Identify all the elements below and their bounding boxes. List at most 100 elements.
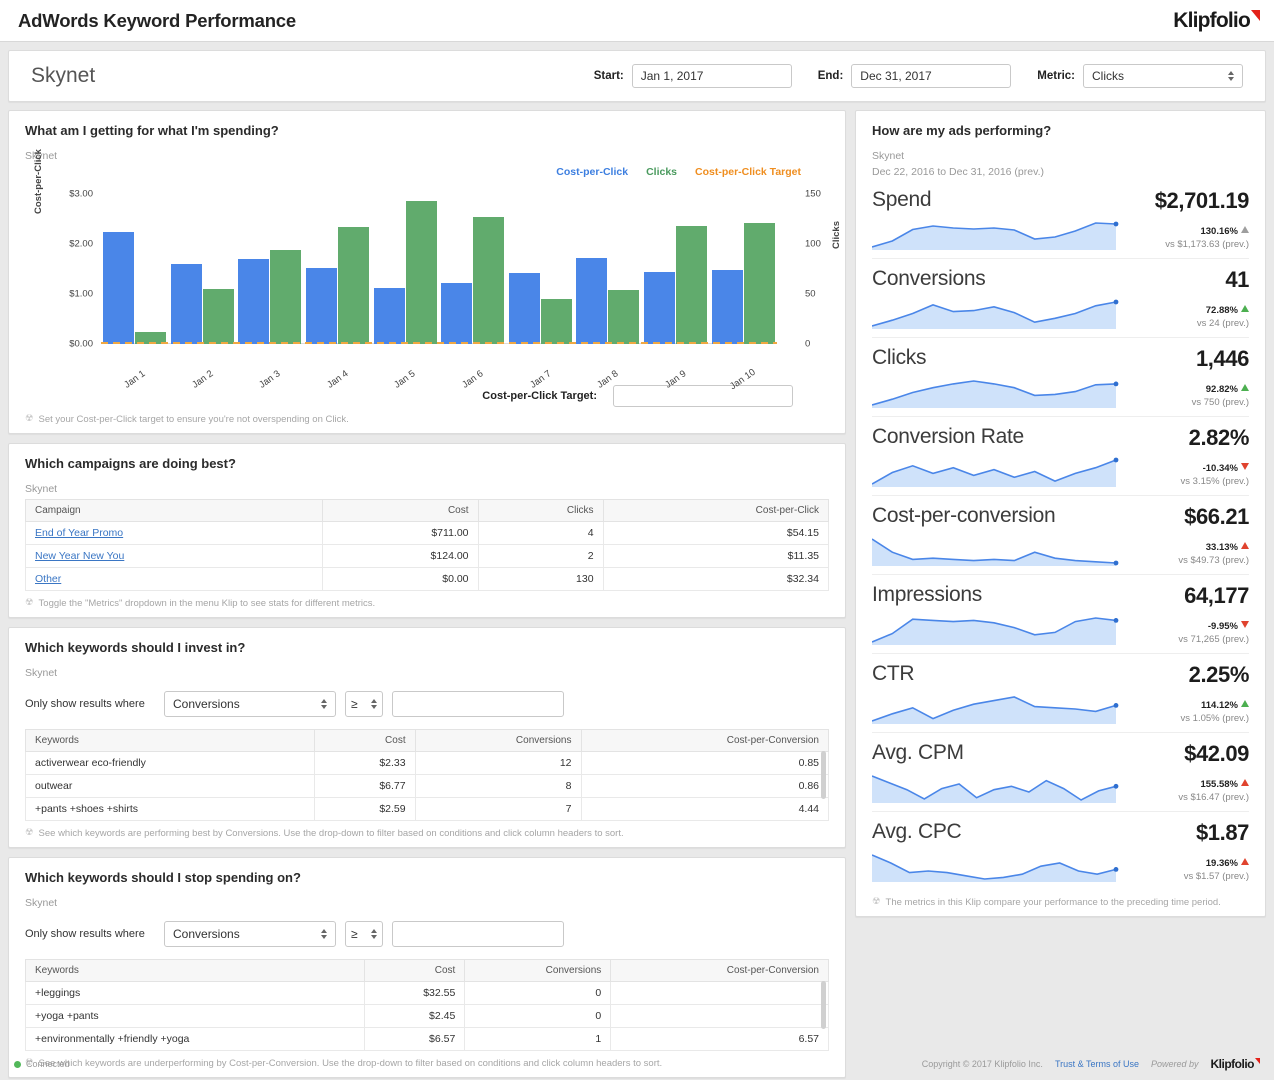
trend-down-icon [1241,463,1249,470]
bar-clicks[interactable] [406,201,437,344]
column-header[interactable]: Clicks [478,500,603,522]
terms-link[interactable]: Trust & Terms of Use [1055,1059,1139,1069]
dashboard-page: AdWords Keyword Performance Klipfolio Sk… [0,0,1274,1080]
metric-value: $2,701.19 [1117,189,1249,212]
bar-cost-per-click[interactable] [509,273,540,344]
campaign-link[interactable]: End of Year Promo [35,527,123,539]
table-cell: $32.34 [603,568,828,591]
table-cell: 4 [478,522,603,545]
invest-filter-row: Only show results where Conversions ≥ [25,691,829,717]
table-row: outwear$6.7780.86 [26,775,829,798]
logo-mark-icon [1251,10,1260,21]
metric-name: Avg. CPM [872,742,1111,764]
bar-cost-per-click[interactable] [306,268,337,345]
stop-filter-metric-select[interactable]: Conversions [164,921,336,947]
table-row: End of Year Promo$711.004$54.15 [26,522,829,545]
chart-legend: Cost-per-Click Clicks Cost-per-Click Tar… [556,166,801,178]
table-cell: activerwear eco-friendly [26,752,315,775]
table-cell: 8 [415,775,581,798]
metric-delta-value: -9.95% [1208,621,1238,632]
bar-clicks[interactable] [541,299,572,344]
stop-filter-value-input[interactable] [392,921,564,947]
bar-cost-per-click[interactable] [238,259,269,344]
page-title: AdWords Keyword Performance [18,10,296,32]
legend-item-clicks[interactable]: Clicks [646,166,677,178]
invest-filter-operator-select[interactable]: ≥ [345,691,383,717]
metric-name: Spend [872,189,1111,211]
metric-sparkline [872,849,1124,883]
stop-filter-operator-select[interactable]: ≥ [345,921,383,947]
bar-clicks[interactable] [744,223,775,344]
ads-footnote-text: The metrics in this Klip compare your pe… [886,897,1221,908]
bar-cost-per-click[interactable] [374,288,405,344]
metric-select[interactable]: Clicks [1083,64,1243,88]
table-cell: $54.15 [603,522,828,545]
bar-clicks[interactable] [676,226,707,344]
column-header[interactable]: Cost-per-Click [603,500,828,522]
campaign-link[interactable]: Other [35,573,61,585]
column-header[interactable]: Keywords [26,730,315,752]
table-cell: 7 [415,798,581,821]
legend-item-cost-per-click[interactable]: Cost-per-Click [556,166,628,178]
bar-cost-per-click[interactable] [171,264,202,344]
bar-cost-per-click[interactable] [644,272,675,345]
lightbulb-icon: ☢ [25,414,34,424]
metric-delta: 92.82% [1117,384,1249,395]
x-axis-labels: Jan 1Jan 2Jan 3Jan 4Jan 5Jan 6Jan 7Jan 8… [101,374,777,385]
bar-cost-per-click[interactable] [441,283,472,344]
column-header[interactable]: Keywords [26,960,365,982]
campaigns-table: CampaignCostClicksCost-per-Click End of … [25,499,829,591]
bar-cost-per-click[interactable] [103,232,134,345]
metric-row: Cost-per-conversion$66.2133.13%vs $49.73… [872,496,1249,575]
bar-clicks[interactable] [608,290,639,344]
trend-up-icon [1241,700,1249,707]
metric-sparkline [872,296,1124,330]
bar-cost-per-click[interactable] [712,270,743,344]
metric-previous: vs 24 (prev.) [1117,318,1249,329]
bar-clicks[interactable] [270,250,301,344]
column-header[interactable]: Cost [365,960,465,982]
column-header[interactable]: Cost-per-Conversion [581,730,829,752]
column-header[interactable]: Conversions [415,730,581,752]
invest-filter-metric-select[interactable]: Conversions [164,691,336,717]
dashboard-toolbar: Skynet Start: Jan 1, 2017 End: Dec 31, 2… [8,50,1266,102]
invest-filter-value-input[interactable] [392,691,564,717]
column-header[interactable]: Campaign [26,500,323,522]
bar-cost-per-click[interactable] [576,258,607,344]
invest-table-scrollbar[interactable] [821,751,826,799]
invest-filter-metric-value: Conversions [173,697,240,711]
column-header[interactable]: Cost [314,730,415,752]
bar-clicks[interactable] [473,217,504,344]
table-cell: $124.00 [322,545,478,568]
metric-value: $1.87 [1117,821,1249,844]
metric-delta-value: 155.58% [1200,779,1238,790]
column-header[interactable]: Cost-per-Conversion [611,960,829,982]
end-date-input[interactable]: Dec 31, 2017 [851,64,1011,88]
campaign-link[interactable]: New Year New You [35,550,124,562]
stop-filter-label: Only show results where [25,928,155,940]
end-date-control: End: Dec 31, 2017 [818,64,1012,88]
chevron-updown-icon [1228,71,1234,81]
table-cell: $2.45 [365,1005,465,1028]
right-column: How are my ads performing? Skynet Dec 22… [855,110,1266,917]
y-tick-left: $3.00 [49,189,93,200]
bar-clicks[interactable] [203,289,234,344]
invest-card-title: Which keywords should I invest in? [25,640,829,655]
cpc-target-input[interactable] [613,385,793,407]
chevron-updown-icon [321,929,327,939]
table-cell: 0.85 [581,752,829,775]
legend-item-cpc-target[interactable]: Cost-per-Click Target [695,166,801,178]
stop-filter-operator-value: ≥ [351,927,358,941]
bar-clicks[interactable] [338,227,369,344]
powered-by-label: Powered by [1151,1059,1199,1069]
column-header[interactable]: Conversions [465,960,611,982]
metric-name: Cost-per-conversion [872,505,1111,527]
metric-left: Conversions [872,268,1111,330]
column-header[interactable]: Cost [322,500,478,522]
table-cell: 130 [478,568,603,591]
metric-value: 2.82% [1117,426,1249,449]
metric-delta: 155.58% [1117,779,1249,790]
stop-table-scrollbar[interactable] [821,981,826,1029]
metric-delta-value: 72.88% [1206,305,1238,316]
start-date-input[interactable]: Jan 1, 2017 [632,64,792,88]
